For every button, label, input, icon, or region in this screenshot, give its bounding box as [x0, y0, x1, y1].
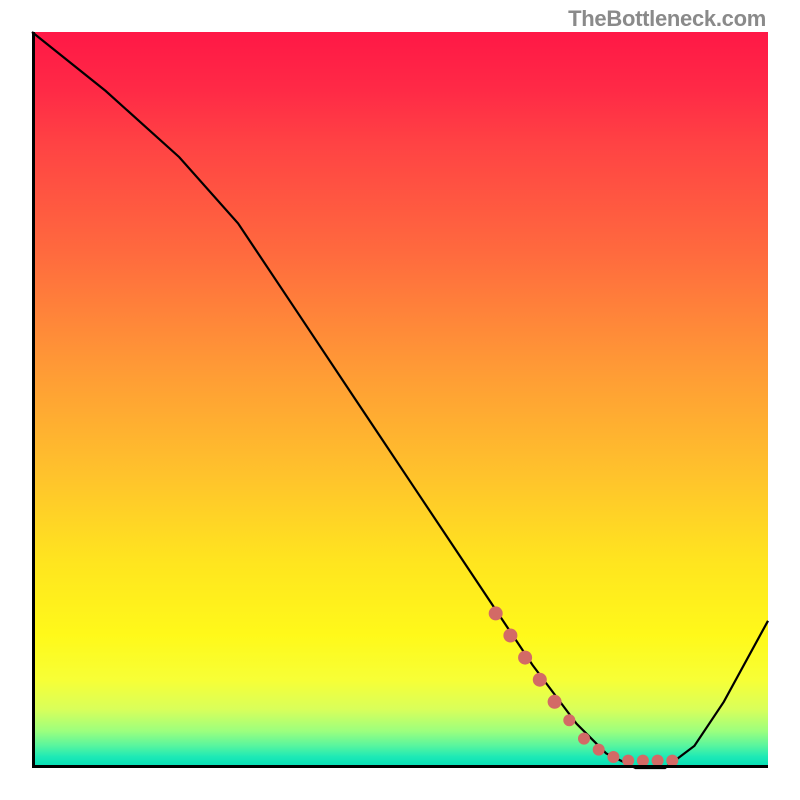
plot-area — [32, 32, 768, 768]
bottleneck-curve — [32, 32, 768, 768]
marker-dot — [578, 733, 590, 745]
marker-dot — [518, 651, 532, 665]
marker-dot — [563, 714, 575, 726]
marker-dot — [607, 751, 619, 763]
chart-overlay — [32, 32, 768, 768]
marker-dot — [533, 673, 547, 687]
x-axis — [32, 765, 768, 768]
y-axis — [32, 32, 35, 768]
marker-dot — [593, 744, 605, 756]
chart-frame: TheBottleneck.com — [0, 0, 800, 800]
marker-dot — [489, 606, 503, 620]
highlight-markers — [489, 606, 679, 766]
watermark-text: TheBottleneck.com — [568, 6, 766, 32]
marker-dot — [503, 629, 517, 643]
marker-dot — [548, 695, 562, 709]
